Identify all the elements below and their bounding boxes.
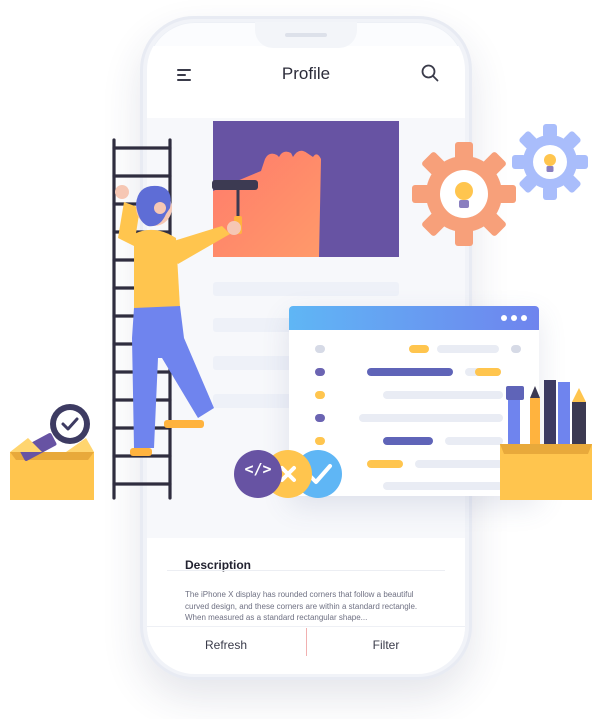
row-dot [315, 437, 325, 445]
more-dot [501, 315, 507, 321]
more-dot [521, 315, 527, 321]
more-dot [511, 315, 517, 321]
row-bar [409, 345, 429, 353]
divider [167, 570, 445, 571]
row-bar [437, 345, 499, 353]
row-bar [383, 391, 503, 399]
refresh-button[interactable]: Refresh [151, 638, 301, 652]
row-dot [315, 368, 325, 376]
row-bar [367, 460, 403, 468]
lightbulb-gear-icon [412, 142, 516, 246]
row-bar [415, 460, 503, 468]
row-bar [383, 482, 503, 490]
lightbulb-gear-icon [512, 124, 588, 200]
bottom-bar-divider [306, 628, 307, 656]
menu-icon[interactable] [177, 69, 191, 81]
open-box-checkmark-icon [10, 404, 94, 500]
row-dot [315, 391, 325, 399]
code-icon: </> [244, 460, 272, 478]
page-title: Profile [281, 64, 331, 83]
row-dot [315, 414, 325, 422]
phone-speaker [285, 33, 327, 37]
row-bar [383, 437, 433, 445]
row-dot [315, 345, 325, 353]
row-bar [359, 414, 503, 422]
painter-man-illustration [115, 180, 258, 456]
filter-button[interactable]: Filter [311, 638, 461, 652]
row-bar [367, 368, 453, 376]
toolbox-brushes-icon [500, 380, 592, 500]
description-text: The iPhone X display has rounded corners… [185, 590, 418, 622]
search-icon[interactable] [421, 64, 439, 82]
row-dot [511, 345, 521, 353]
